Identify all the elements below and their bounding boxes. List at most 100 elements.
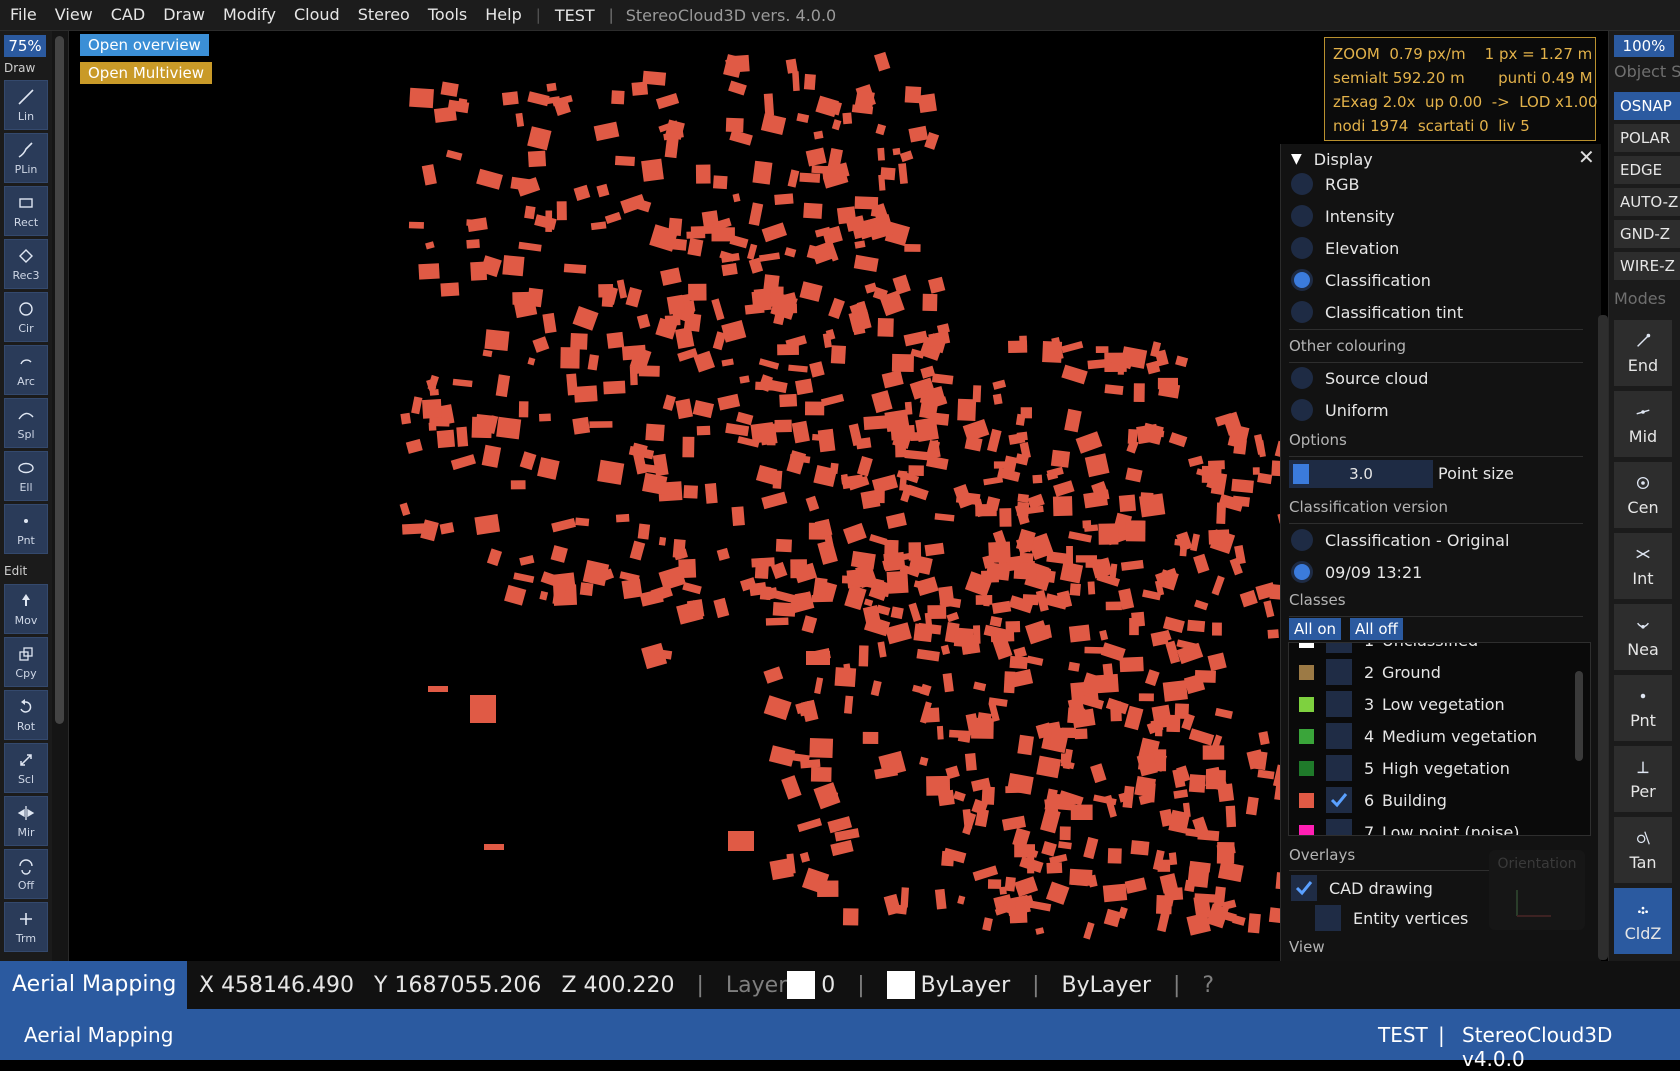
class-color-swatch[interactable] (1299, 643, 1314, 648)
display-mode-option[interactable]: RGB (1281, 169, 1591, 199)
point-cloud-viewport[interactable] (68, 31, 1280, 961)
class-row[interactable]: 6 Building (1289, 785, 1579, 815)
class-version-option[interactable]: Classification - Original (1281, 525, 1591, 555)
class-checkbox[interactable] (1326, 643, 1352, 653)
class-checkbox[interactable] (1326, 755, 1352, 781)
open-multiview-button[interactable]: Open Multiview (80, 62, 213, 84)
tool-trm-button[interactable]: Trm (4, 902, 48, 952)
radio-button[interactable] (1291, 173, 1313, 195)
class-row[interactable]: 5 High vegetation (1289, 753, 1579, 783)
class-color-swatch[interactable] (1299, 824, 1314, 835)
display-mode-option[interactable]: Intensity (1281, 201, 1591, 231)
display-mode-option[interactable]: Classification (1281, 265, 1591, 295)
left-toolbar-scroll-thumb[interactable] (55, 36, 64, 724)
layer-color-swatch[interactable] (787, 971, 816, 999)
menu-view[interactable]: View (45, 0, 101, 30)
menu-draw[interactable]: Draw (153, 0, 213, 30)
radio-button[interactable] (1291, 301, 1313, 323)
class-checkbox[interactable] (1326, 723, 1352, 749)
entity-vertices-checkbox[interactable] (1315, 905, 1341, 931)
menu-modify[interactable]: Modify (213, 0, 284, 30)
radio-button[interactable] (1291, 399, 1313, 421)
tool-arc-button[interactable]: Arc (4, 345, 48, 395)
class-checkbox[interactable] (1326, 659, 1352, 685)
class-color-swatch[interactable] (1299, 728, 1314, 744)
class-color-swatch[interactable] (1299, 792, 1314, 808)
right-zoom-badge[interactable]: 100% (1614, 35, 1674, 57)
color-swatch[interactable] (886, 971, 915, 999)
open-overview-button[interactable]: Open overview (80, 34, 209, 56)
tool-spl-button[interactable]: Spl (4, 398, 48, 448)
tool-rec3-button[interactable]: Rec3 (4, 239, 48, 289)
display-mode-option[interactable]: Elevation (1281, 233, 1591, 263)
orientation-widget[interactable]: Orientation (1489, 850, 1585, 930)
colouring-option[interactable]: Source cloud (1281, 363, 1591, 393)
class-color-swatch[interactable] (1299, 760, 1314, 776)
tool-lin-button[interactable]: Lin (4, 80, 48, 130)
display-mode-option[interactable]: Classification tint (1281, 297, 1591, 327)
tool-mov-button[interactable]: Mov (4, 584, 48, 634)
point-size-slider[interactable]: 3.0 (1289, 460, 1433, 488)
tool-rect-button[interactable]: Rect (4, 186, 48, 236)
menu-help[interactable]: Help (475, 0, 529, 30)
snap-polar-button[interactable]: POLAR (1614, 124, 1680, 152)
osnap-tan-button[interactable]: Tan (1614, 817, 1672, 883)
left-zoom-badge[interactable]: 75% (4, 35, 46, 57)
class-row[interactable]: 3 Low vegetation (1289, 689, 1579, 719)
osnap-int-button[interactable]: Int (1614, 533, 1672, 599)
class-checkbox[interactable] (1326, 787, 1352, 813)
menu-cad[interactable]: CAD (101, 0, 153, 30)
tool-off-button[interactable]: Off (4, 849, 48, 899)
snap-wire-z-button[interactable]: WIRE-Z (1614, 252, 1680, 280)
class-color-swatch[interactable] (1299, 664, 1314, 680)
menu-tools[interactable]: Tools (418, 0, 475, 30)
all-on-button[interactable]: All on (1289, 618, 1342, 640)
menu-cloud[interactable]: Cloud (284, 0, 348, 30)
tool-ell-button[interactable]: Ell (4, 451, 48, 501)
class-checkbox[interactable] (1326, 691, 1352, 717)
layer-value[interactable]: 0 (821, 973, 835, 998)
class-version-option[interactable]: 09/09 13:21 (1281, 557, 1591, 587)
mode-tag[interactable]: Aerial Mapping (0, 961, 187, 1009)
tool-pnt-button[interactable]: Pnt (4, 504, 48, 554)
radio-button[interactable] (1291, 205, 1313, 227)
class-row[interactable]: 4 Medium vegetation (1289, 721, 1579, 751)
radio-button[interactable] (1291, 269, 1313, 291)
colouring-option[interactable]: Uniform (1281, 395, 1591, 425)
snap-gnd-z-button[interactable]: GND-Z (1614, 220, 1680, 248)
radio-button[interactable] (1291, 367, 1313, 389)
osnap-pnt-button[interactable]: Pnt (1614, 675, 1672, 741)
color-value[interactable]: ByLayer (921, 973, 1010, 998)
radio-button[interactable] (1291, 561, 1313, 583)
tool-scl-button[interactable]: Scl (4, 743, 48, 793)
radio-button[interactable] (1291, 237, 1313, 259)
osnap-mid-button[interactable]: Mid (1614, 391, 1672, 457)
class-color-swatch[interactable] (1299, 696, 1314, 712)
collapse-triangle-icon[interactable]: ▼ (1291, 151, 1302, 167)
class-row[interactable]: 1Unclassified (1289, 643, 1579, 655)
tool-mir-button[interactable]: Mir (4, 796, 48, 846)
snap-auto-z-button[interactable]: AUTO-Z (1614, 188, 1680, 216)
menu-file[interactable]: File (0, 0, 45, 30)
class-row[interactable]: 7 Low point (noise) (1289, 817, 1579, 835)
osnap-nea-button[interactable]: Nea (1614, 604, 1672, 670)
all-off-button[interactable]: All off (1350, 618, 1403, 640)
classes-list-scrollbar[interactable] (1575, 671, 1583, 761)
osnap-per-button[interactable]: Per (1614, 746, 1672, 812)
close-icon[interactable]: ✕ (1578, 145, 1595, 169)
snap-osnap-button[interactable]: OSNAP (1614, 92, 1680, 120)
tool-cir-button[interactable]: Cir (4, 292, 48, 342)
help-button[interactable]: ? (1202, 973, 1214, 998)
tool-rot-button[interactable]: Rot (4, 690, 48, 740)
tool-cpy-button[interactable]: Cpy (4, 637, 48, 687)
radio-button[interactable] (1291, 529, 1313, 551)
linetype-value[interactable]: ByLayer (1062, 973, 1151, 998)
panel-scrollbar[interactable] (1598, 315, 1608, 960)
osnap-cen-button[interactable]: Cen (1614, 462, 1672, 528)
classes-list[interactable]: 1Unclassified 2 Ground 3 Low vegetation 4 Medi… (1288, 642, 1591, 836)
snap-edge-button[interactable]: EDGE (1614, 156, 1680, 184)
menu-stereo[interactable]: Stereo (348, 0, 418, 30)
tool-plin-button[interactable]: PLin (4, 133, 48, 183)
osnap-cldz-button[interactable]: CldZ (1614, 888, 1672, 954)
osnap-end-button[interactable]: End (1614, 320, 1672, 386)
